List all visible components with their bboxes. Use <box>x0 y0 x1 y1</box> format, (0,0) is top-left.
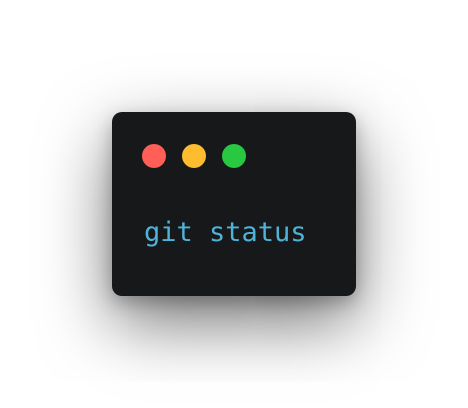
maximize-button[interactable] <box>222 144 246 168</box>
terminal-command-text: git status <box>144 217 307 248</box>
page-background: git status <box>0 0 468 408</box>
window-controls <box>142 144 246 168</box>
close-button[interactable] <box>142 144 166 168</box>
terminal-window: git status <box>112 112 356 296</box>
minimize-button[interactable] <box>182 144 206 168</box>
